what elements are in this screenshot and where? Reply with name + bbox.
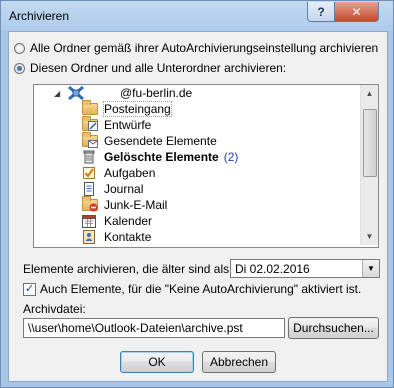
- dialog-client-area: Alle Ordner gemäß ihrer AutoArchivierung…: [8, 31, 388, 382]
- tree-expander-icon[interactable]: ◢: [54, 89, 68, 98]
- radio-archive-this-folder[interactable]: Diesen Ordner und alle Unterordner archi…: [14, 61, 286, 75]
- archive-dialog: Archivieren ? ✕ Alle Ordner gemäß ihrer …: [0, 0, 394, 388]
- tree-item-label: Kontakte: [104, 230, 152, 244]
- tree-item-journal[interactable]: Journal: [82, 181, 143, 197]
- calendar-icon: [82, 214, 98, 228]
- tasks-icon: [82, 166, 98, 180]
- tree-item-label: Journal: [104, 182, 144, 196]
- tree-item-count: (2): [223, 150, 239, 164]
- ok-button[interactable]: OK: [120, 351, 194, 373]
- tree-item-kontakte[interactable]: Kontakte: [82, 229, 151, 245]
- radio-button-checked[interactable]: [14, 62, 25, 74]
- tree-item-geloeschte-elemente[interactable]: Gelöschte Elemente (2): [82, 149, 238, 165]
- contacts-icon: [82, 230, 98, 244]
- tree-item-kalender[interactable]: Kalender: [82, 213, 152, 229]
- older-than-date-value: Di 02.02.2016: [235, 262, 310, 276]
- tree-item-label: Gelöschte Elemente: [104, 150, 219, 164]
- junk-folder-icon: [82, 196, 98, 212]
- archive-file-label: Archivdatei:: [23, 302, 86, 316]
- tree-item-posteingang[interactable]: Posteingang: [82, 100, 172, 117]
- tree-item-entwuerfe[interactable]: Entwürfe: [82, 116, 152, 133]
- folder-tree[interactable]: ◢ @fu-berlin.de Posteingang Entwürfe Ges…: [33, 84, 379, 248]
- tree-scrollbar[interactable]: ▲ ▼: [360, 85, 378, 245]
- tree-item-aufgaben[interactable]: Aufgaben: [82, 165, 155, 181]
- inbox-folder-icon: [82, 100, 98, 116]
- include-no-autoarchive-checkbox[interactable]: ✓: [23, 282, 36, 296]
- include-no-autoarchive-label: Auch Elemente, für die "Keine AutoArchiv…: [40, 282, 362, 296]
- tree-item-label: Kalender: [104, 214, 153, 228]
- close-button[interactable]: ✕: [334, 2, 379, 22]
- scrollbar-thumb[interactable]: [363, 109, 377, 177]
- tree-item-label: Aufgaben: [104, 166, 156, 180]
- browse-button[interactable]: Durchsuchen...: [288, 317, 379, 339]
- tree-item-label: Gesendete Elemente: [104, 134, 217, 148]
- title-bar[interactable]: Archivieren ? ✕: [1, 1, 393, 31]
- scroll-down-arrow-icon[interactable]: ▼: [361, 228, 378, 245]
- tree-item-label: Entwürfe: [104, 118, 152, 132]
- account-icon: [68, 85, 84, 101]
- tree-item-label: Posteingang: [103, 101, 172, 117]
- drafts-folder-icon: [82, 116, 98, 132]
- journal-icon: [82, 182, 98, 196]
- help-button[interactable]: ?: [307, 2, 335, 22]
- radio-archive-all-folders[interactable]: Alle Ordner gemäß ihrer AutoArchivierung…: [14, 41, 378, 55]
- tree-item-junk-e-mail[interactable]: Junk-E-Mail: [82, 196, 168, 213]
- sent-folder-icon: [82, 132, 98, 148]
- tree-root-account[interactable]: ◢ @fu-berlin.de: [54, 85, 192, 101]
- radio-label: Diesen Ordner und alle Unterordner archi…: [30, 61, 287, 75]
- tree-item-label: Junk-E-Mail: [104, 198, 168, 212]
- tree-root-label: @fu-berlin.de: [120, 86, 193, 100]
- window-title: Archivieren: [9, 9, 70, 23]
- tree-item-gesendete-elemente[interactable]: Gesendete Elemente: [82, 132, 217, 149]
- older-than-label: Elemente archivieren, die älter sind als…: [23, 262, 233, 276]
- archive-file-path: \\user\home\Outlook-Dateien\archive.pst: [28, 321, 243, 335]
- archive-file-input[interactable]: \\user\home\Outlook-Dateien\archive.pst: [23, 318, 285, 338]
- include-no-autoarchive-option[interactable]: ✓ Auch Elemente, für die "Keine AutoArch…: [23, 282, 361, 296]
- deleted-items-icon: [82, 150, 98, 164]
- radio-button[interactable]: [14, 42, 25, 54]
- older-than-date-picker[interactable]: Di 02.02.2016 ▼: [230, 259, 380, 278]
- scroll-up-arrow-icon[interactable]: ▲: [361, 85, 378, 102]
- dropdown-arrow-icon[interactable]: ▼: [362, 260, 379, 277]
- cancel-button[interactable]: Abbrechen: [202, 351, 276, 373]
- radio-label: Alle Ordner gemäß ihrer AutoArchivierung…: [30, 41, 379, 55]
